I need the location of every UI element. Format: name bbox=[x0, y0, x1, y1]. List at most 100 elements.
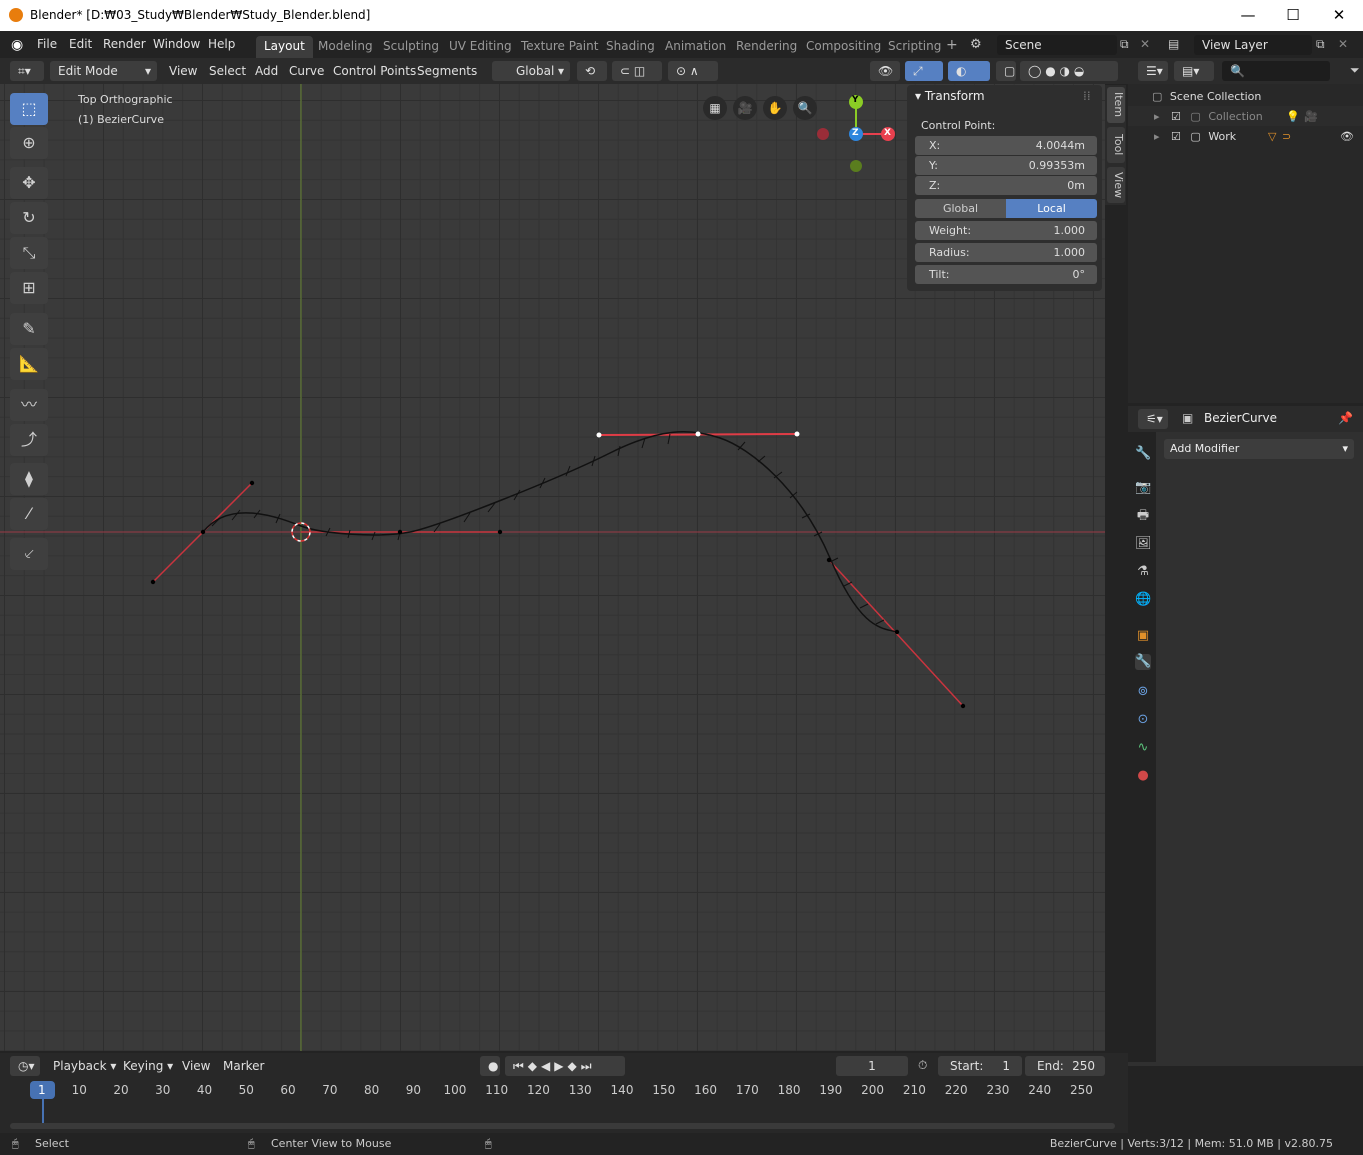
tab-uv-editing[interactable]: UV Editing bbox=[441, 36, 520, 58]
menu-file[interactable]: File bbox=[37, 37, 57, 51]
z-field[interactable]: Z: 0m bbox=[915, 176, 1097, 195]
menu-keying[interactable]: Keying ▾ bbox=[116, 1057, 180, 1076]
properties-editor-type[interactable]: ⚟▾ bbox=[1138, 409, 1168, 429]
menu-add[interactable]: Add bbox=[248, 62, 285, 81]
tab-compositing[interactable]: Compositing bbox=[798, 36, 889, 58]
toggle-camera-grid-icon[interactable]: ▦ bbox=[703, 96, 727, 120]
current-frame-field[interactable]: 1 bbox=[836, 1056, 908, 1076]
output-icon[interactable]: 🖶 bbox=[1135, 508, 1151, 524]
add-workspace-icon[interactable]: + bbox=[946, 37, 958, 53]
y-field[interactable]: Y: 0.99353m bbox=[915, 156, 1097, 175]
local-toggle[interactable]: Local bbox=[1006, 199, 1097, 218]
tab-modeling[interactable]: Modeling bbox=[310, 36, 381, 58]
blender-menu-icon[interactable]: ◉ bbox=[11, 37, 27, 53]
object-props-icon[interactable]: ▣ bbox=[1135, 628, 1151, 644]
orientation-dropdown[interactable]: Global ▾ bbox=[492, 61, 570, 81]
close-button[interactable]: ✕ bbox=[1327, 4, 1351, 26]
rotate-tool[interactable]: ↻ bbox=[10, 202, 48, 234]
draw-curve-tool[interactable]: 〰 bbox=[10, 389, 48, 421]
editor-type-dropdown[interactable]: ⌗▾ bbox=[10, 61, 44, 81]
menu-playback[interactable]: Playback ▾ bbox=[46, 1057, 123, 1076]
scene-icon[interactable]: ⚙ bbox=[970, 37, 982, 52]
shading-mode-buttons[interactable]: ◯ ● ◑ ◒ bbox=[1020, 61, 1118, 81]
end-frame-field[interactable]: End: 250 bbox=[1025, 1056, 1105, 1076]
menu-timeline-view[interactable]: View bbox=[175, 1057, 217, 1076]
select-box-tool[interactable]: ⬚ bbox=[10, 93, 48, 125]
outliner-row-collection[interactable]: ▸ ☑ ▢ Collection 💡 🎥 bbox=[1128, 106, 1363, 126]
material-icon[interactable]: ● bbox=[1135, 768, 1151, 784]
pan-hand-icon[interactable]: ✋ bbox=[763, 96, 787, 120]
new-scene-icon[interactable]: ⧉ bbox=[1120, 37, 1129, 52]
menu-curve[interactable]: Curve bbox=[282, 62, 331, 81]
move-tool[interactable]: ✥ bbox=[10, 167, 48, 199]
x-field[interactable]: X: 4.0044m bbox=[915, 136, 1097, 155]
menu-segments[interactable]: Segments bbox=[410, 62, 484, 81]
new-view-layer-icon[interactable]: ⧉ bbox=[1316, 37, 1325, 52]
overlay-toggle[interactable]: ◐ bbox=[948, 61, 990, 81]
menu-render[interactable]: Render bbox=[103, 37, 146, 51]
tab-texture-paint[interactable]: Texture Paint bbox=[513, 36, 606, 58]
view-layer-props-icon[interactable]: 🖼 bbox=[1135, 536, 1152, 552]
outliner-editor-type[interactable]: ☰▾ bbox=[1138, 61, 1168, 81]
checkbox-icon[interactable]: ☑ bbox=[1171, 130, 1181, 143]
radius-tool[interactable]: ⧫ bbox=[10, 463, 48, 495]
weight-field[interactable]: Weight: 1.000 bbox=[915, 221, 1097, 240]
tilt-tool[interactable]: ⁄ bbox=[10, 498, 48, 530]
physics-icon[interactable]: ⊙ bbox=[1135, 712, 1151, 728]
menu-edit[interactable]: Edit bbox=[69, 37, 92, 51]
playback-controls[interactable]: ⏮◆◀▶◆⏭ bbox=[505, 1056, 625, 1076]
timeline-editor-type[interactable]: ◷▾ bbox=[10, 1056, 40, 1076]
menu-marker[interactable]: Marker bbox=[216, 1057, 271, 1076]
scene-props-icon[interactable]: ⚗ bbox=[1135, 564, 1151, 580]
add-modifier-dropdown[interactable]: Add Modifier ▾ bbox=[1164, 439, 1354, 459]
world-icon[interactable]: 🌐 bbox=[1135, 592, 1151, 608]
scale-tool[interactable]: ⤡ bbox=[10, 237, 48, 269]
transform-header[interactable]: ▾ Transform bbox=[915, 89, 985, 103]
menu-view[interactable]: View bbox=[162, 62, 204, 81]
eye-icon[interactable]: 👁 bbox=[1340, 130, 1354, 143]
expand-icon[interactable]: ▸ bbox=[1154, 110, 1160, 123]
menu-window[interactable]: Window bbox=[153, 37, 200, 51]
view-layer-icon[interactable]: ▤ bbox=[1168, 37, 1179, 51]
scene-field[interactable]: Scene bbox=[997, 35, 1117, 55]
maximize-button[interactable]: ☐ bbox=[1281, 4, 1305, 26]
expand-icon[interactable]: ▸ bbox=[1154, 130, 1160, 143]
display-mode-dropdown[interactable]: ▤▾ bbox=[1174, 61, 1214, 81]
tab-layout[interactable]: Layout bbox=[256, 36, 313, 58]
annotate-tool[interactable]: ✎ bbox=[10, 313, 48, 345]
menu-select[interactable]: Select bbox=[202, 62, 253, 81]
outliner-row-scene-collection[interactable]: ▢ Scene Collection bbox=[1128, 86, 1363, 106]
tab-rendering[interactable]: Rendering bbox=[728, 36, 805, 58]
drag-handle-icon[interactable]: ⁞⁞ bbox=[1083, 89, 1091, 103]
render-icon[interactable]: 📷 bbox=[1135, 480, 1151, 496]
minimize-button[interactable]: — bbox=[1236, 4, 1260, 26]
radius-field[interactable]: Radius: 1.000 bbox=[915, 243, 1097, 262]
mode-dropdown[interactable]: Edit Mode ▾ bbox=[50, 61, 157, 81]
tab-item[interactable]: Item bbox=[1107, 87, 1125, 123]
outliner-search-input[interactable]: 🔍 bbox=[1222, 61, 1330, 81]
gizmo-toggle[interactable]: ⤢ bbox=[905, 61, 943, 81]
timer-icon[interactable]: ⏱ bbox=[918, 1058, 927, 1073]
delete-scene-icon[interactable]: ✕ bbox=[1140, 37, 1150, 51]
tab-shading[interactable]: Shading bbox=[598, 36, 663, 58]
global-toggle[interactable]: Global bbox=[915, 199, 1006, 218]
tool-settings-icon[interactable]: 🔧 bbox=[1135, 446, 1151, 462]
filter-icon[interactable]: ⏷ bbox=[1350, 63, 1360, 78]
measure-tool[interactable]: 📐 bbox=[10, 348, 48, 380]
outliner-row-work[interactable]: ▸ ☑ ▢ Work ▽ ⊃ 👁 bbox=[1128, 126, 1363, 146]
record-button[interactable]: ● bbox=[480, 1056, 500, 1076]
menu-control-points[interactable]: Control Points bbox=[326, 62, 423, 81]
cursor-tool[interactable]: ⊕ bbox=[10, 127, 48, 159]
tab-animation[interactable]: Animation bbox=[657, 36, 734, 58]
randomize-tool[interactable]: ⸔ bbox=[10, 538, 48, 570]
xray-toggle[interactable]: ▢ bbox=[996, 61, 1016, 81]
tab-scripting[interactable]: Scripting bbox=[880, 36, 949, 58]
view-layer-field[interactable]: View Layer bbox=[1194, 35, 1312, 55]
extrude-tool[interactable]: ⤴ bbox=[10, 424, 48, 456]
delete-view-layer-icon[interactable]: ✕ bbox=[1338, 37, 1348, 51]
camera-view-icon[interactable]: 🎥 bbox=[733, 96, 757, 120]
particles-icon[interactable]: ⊚ bbox=[1135, 684, 1151, 700]
tab-tool[interactable]: Tool bbox=[1107, 127, 1125, 163]
modifier-wrench-icon[interactable]: 🔧 bbox=[1135, 654, 1151, 670]
pin-icon[interactable]: 📌 bbox=[1338, 411, 1353, 425]
